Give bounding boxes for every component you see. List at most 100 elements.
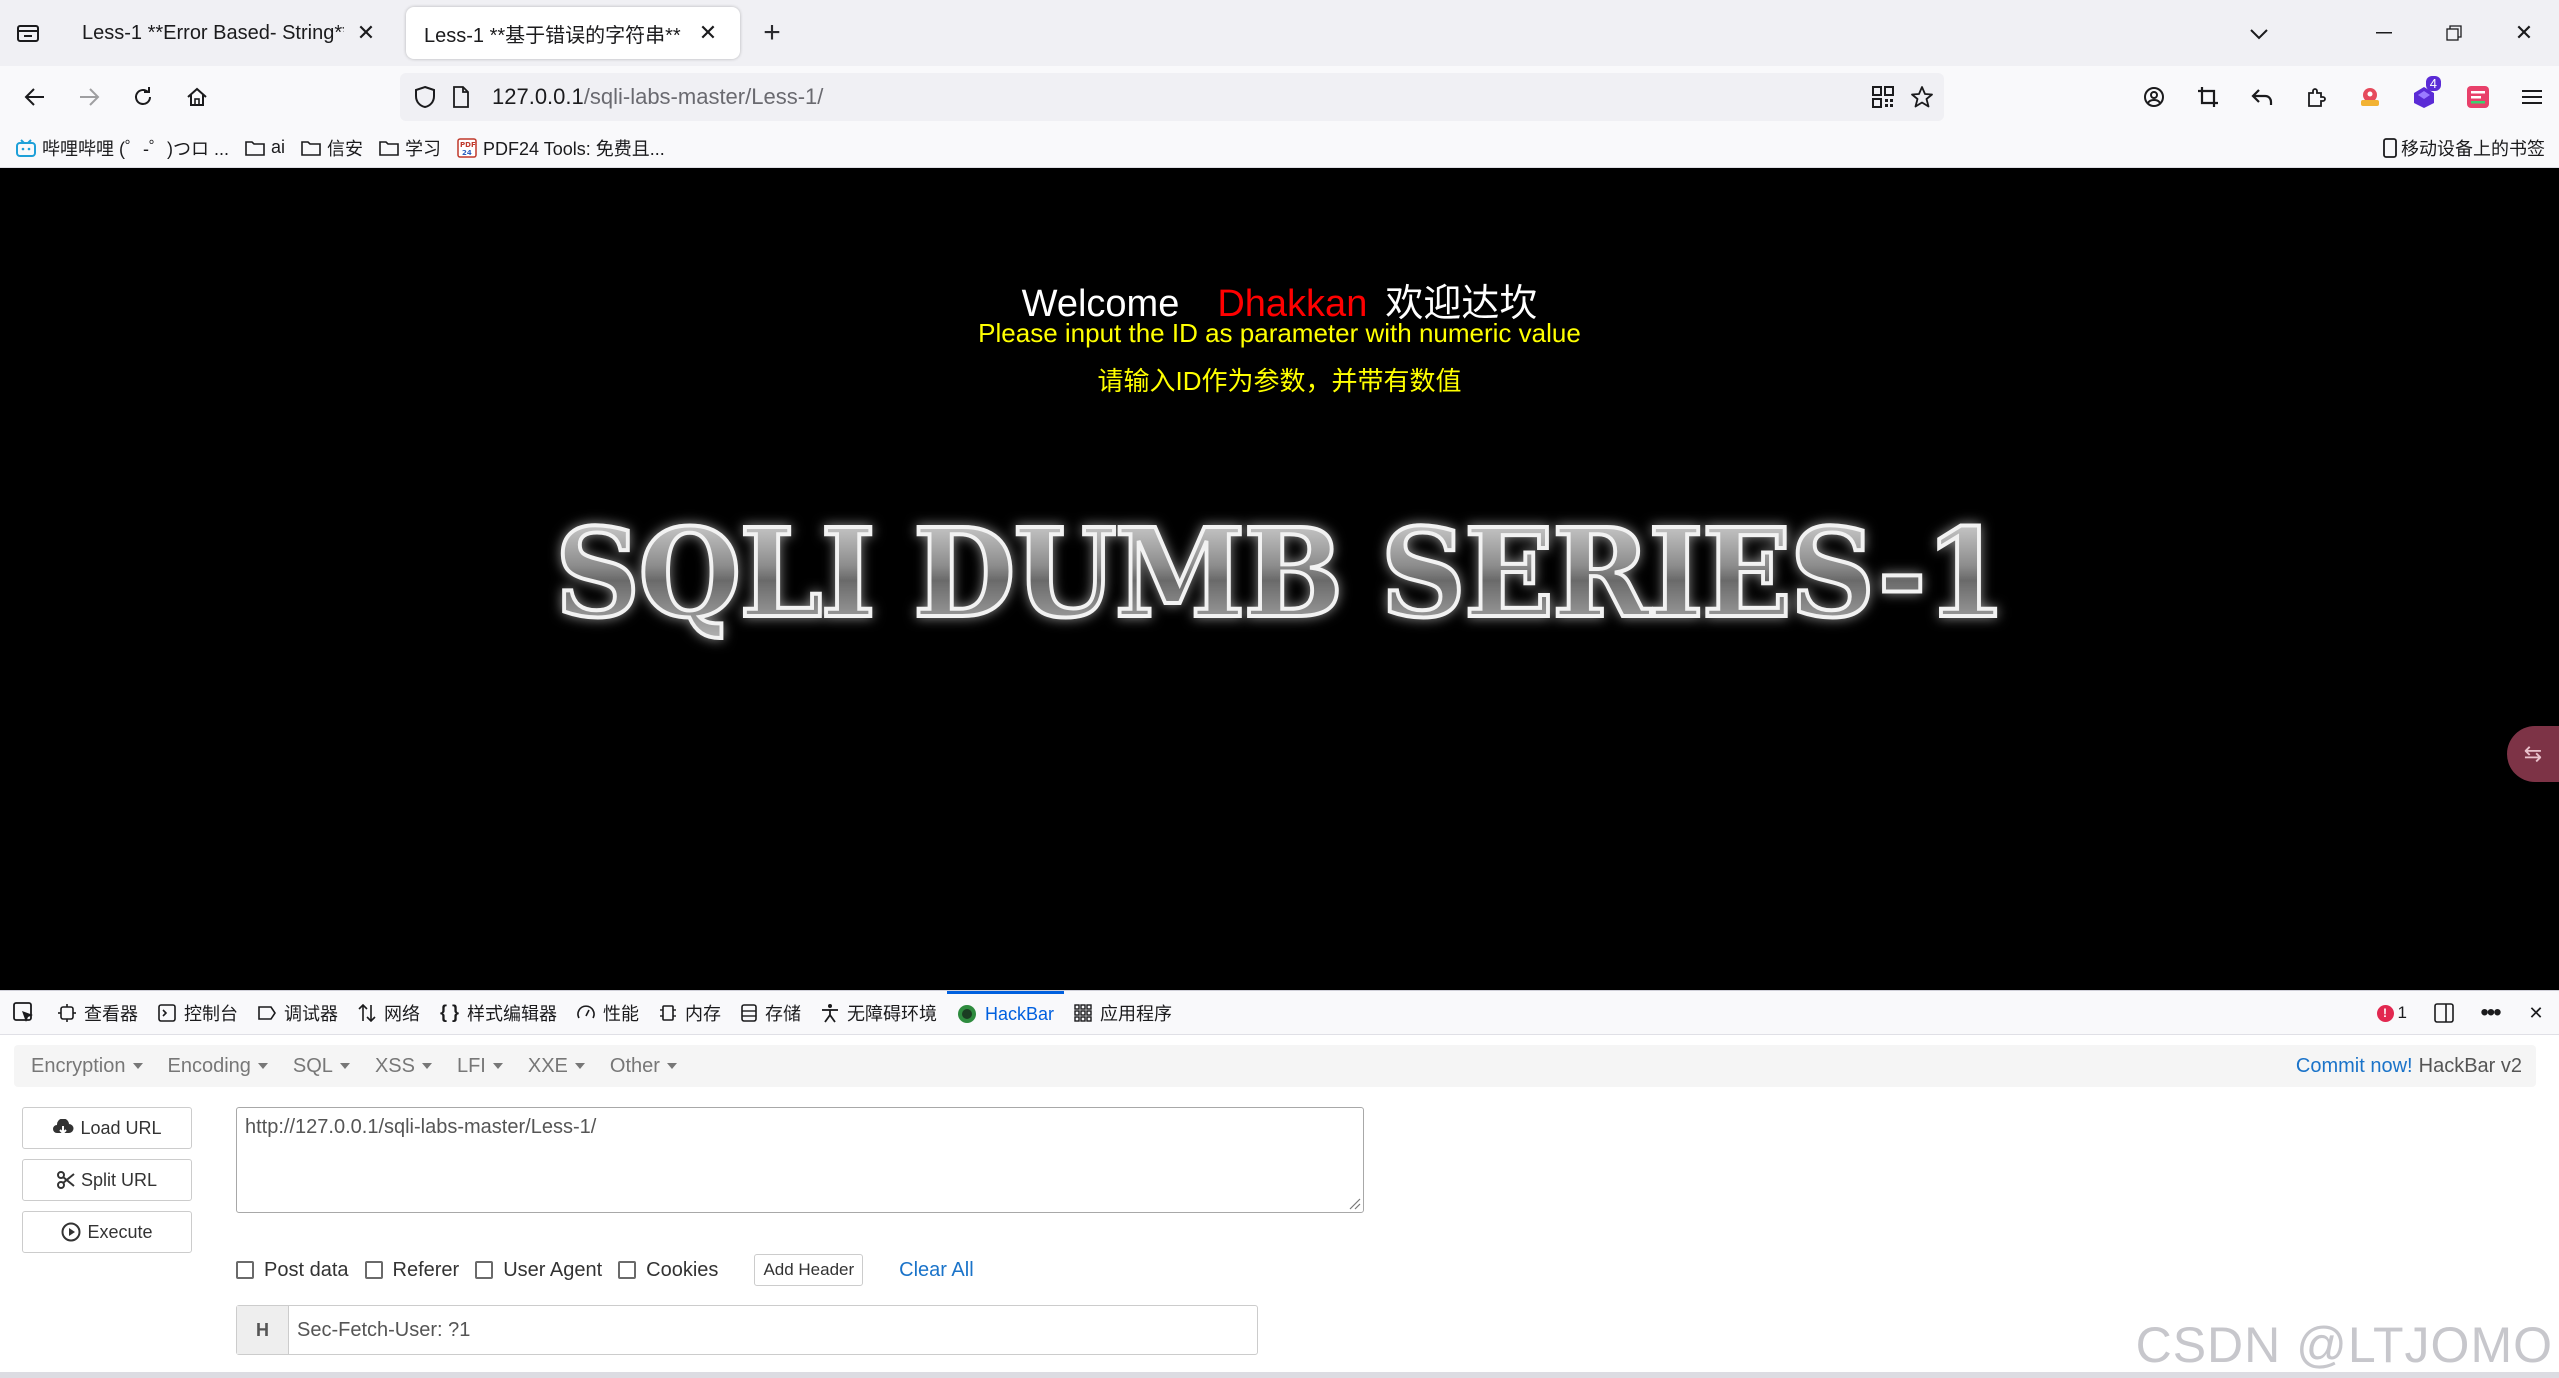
commit-now-link[interactable]: Commit now! (2296, 1055, 2413, 1078)
bookmark-folder-ai[interactable]: ai (245, 130, 285, 166)
devtools-tab-application[interactable]: 应用程序 (1064, 991, 1182, 1035)
header-value[interactable]: Sec-Fetch-User: ?1 (289, 1319, 470, 1342)
menu-other[interactable]: Other (593, 1055, 685, 1078)
header-row[interactable]: H Sec-Fetch-User: ?1 (236, 1305, 1258, 1355)
devtools-tab-inspector[interactable]: 查看器 (48, 991, 148, 1035)
storage-icon (741, 1003, 757, 1022)
page-icon[interactable] (452, 86, 470, 108)
devtools-tab-debugger[interactable]: 调试器 (248, 991, 348, 1035)
caret-down-icon (421, 1063, 432, 1069)
post-data-checkbox[interactable]: Post data (236, 1259, 349, 1282)
devtools-tab-storage[interactable]: 存储 (731, 991, 811, 1035)
tab-list-button[interactable] (0, 0, 56, 66)
menu-xxe[interactable]: XXE (511, 1055, 593, 1078)
home-button[interactable] (170, 70, 224, 124)
shield-icon[interactable] (414, 85, 436, 109)
mobile-bookmarks[interactable]: 移动设备上的书签 (2383, 130, 2545, 166)
element-picker-button[interactable] (0, 991, 48, 1035)
instruction-cn: 请输入ID作为参数，并带有数值 (1097, 366, 1462, 396)
devtools-actions: ! 1 ••• ✕ (2376, 991, 2559, 1035)
app-menu-button[interactable] (2505, 70, 2559, 124)
add-header-button[interactable]: Add Header (754, 1254, 864, 1286)
close-icon[interactable]: ✕ (352, 19, 380, 47)
restore-button[interactable] (2419, 0, 2489, 66)
clear-all-link[interactable]: Clear All (899, 1259, 973, 1282)
devtools-tab-memory[interactable]: 内存 (649, 991, 731, 1035)
devtools-tab-hackbar[interactable]: HackBar (947, 990, 1065, 1035)
accessibility-icon (821, 1003, 839, 1023)
list-all-tabs-button[interactable] (2239, 14, 2279, 54)
extension-button-3[interactable] (2451, 70, 2505, 124)
extension-button-2[interactable]: 4 (2397, 70, 2451, 124)
devtools-tab-console[interactable]: 控制台 (148, 991, 248, 1035)
devtools-menu-button[interactable]: ••• (2467, 991, 2513, 1035)
menu-encoding[interactable]: Encoding (151, 1055, 276, 1078)
minimize-button[interactable] (2349, 0, 2419, 66)
account-button[interactable] (2127, 70, 2181, 124)
url-path: /sqli-labs-master/Less-1/ (583, 84, 824, 109)
pdf24-icon: PDF 24 (457, 137, 477, 158)
dock-toggle-button[interactable] (2421, 991, 2467, 1035)
menu-encryption[interactable]: Encryption (14, 1055, 151, 1078)
split-url-button[interactable]: Split URL (22, 1159, 192, 1201)
extensions-button[interactable] (2289, 70, 2343, 124)
url-text[interactable]: 127.0.0.1/sqli-labs-master/Less-1/ (492, 84, 823, 110)
menu-xss[interactable]: XSS (358, 1055, 440, 1078)
hackbar-url-textarea[interactable]: http://127.0.0.1/sqli-labs-master/Less-1… (236, 1107, 1364, 1213)
forward-button[interactable] (62, 70, 116, 124)
puzzle-icon (2308, 88, 2326, 107)
qr-code-icon[interactable] (1872, 86, 1894, 108)
checkbox-box[interactable] (618, 1261, 637, 1279)
checkbox-box[interactable] (236, 1261, 254, 1279)
menu-lfi[interactable]: LFI (440, 1055, 511, 1078)
bookmark-bilibili[interactable]: 哔哩哔哩 (゜-゜)つロ ... (16, 130, 229, 166)
hackbar-commit: Commit now! HackBar v2 (2296, 1045, 2522, 1087)
undo-close-button[interactable] (2235, 70, 2289, 124)
menu-sql[interactable]: SQL (276, 1055, 358, 1078)
checkbox-label: User Agent (503, 1258, 603, 1281)
account-icon (2144, 87, 2164, 107)
tab-list-icon (17, 25, 39, 42)
performance-icon (577, 1004, 595, 1022)
error-icon: ! (2376, 1004, 2394, 1022)
navigation-toolbar: 127.0.0.1/sqli-labs-master/Less-1/ 4 (0, 66, 2559, 128)
bookmark-pdf24[interactable]: PDF 24 PDF24 Tools: 免费且... (457, 130, 665, 166)
translate-float-button[interactable]: ⇆ (2507, 726, 2559, 782)
devtools-tab-label: 无障碍环境 (847, 1003, 938, 1024)
browser-tab-2[interactable]: Less-1 **基于错误的字符串** --- Un ✕ (406, 7, 740, 59)
checkbox-box[interactable] (364, 1261, 383, 1279)
back-button[interactable] (8, 70, 62, 124)
extension-button-1[interactable] (2343, 70, 2397, 124)
browser-tab-1[interactable]: Less-1 **Error Based- String** ✕ (64, 7, 398, 59)
rocket-extension-icon (2361, 88, 2379, 106)
devtools-tab-style-editor[interactable]: { } 样式编辑器 (430, 991, 567, 1035)
execute-button[interactable]: Execute (22, 1211, 192, 1253)
memory-icon (659, 1004, 677, 1022)
address-bar[interactable]: 127.0.0.1/sqli-labs-master/Less-1/ (400, 73, 1944, 121)
back-arrow-icon (24, 88, 44, 106)
devtools-tab-performance[interactable]: 性能 (567, 991, 649, 1035)
new-tab-button[interactable]: + (746, 7, 798, 59)
caret-down-icon (666, 1063, 677, 1069)
referer-checkbox[interactable]: Referer (364, 1259, 459, 1282)
bookmark-folder-xuexi[interactable]: 学习 (379, 130, 441, 166)
bookmark-folder-xinan[interactable]: 信安 (301, 130, 363, 166)
close-icon[interactable]: ✕ (694, 19, 722, 47)
bookmark-label: 哔哩哔哩 (゜-゜)つロ ... (42, 138, 229, 159)
close-window-button[interactable]: ✕ (2489, 0, 2559, 66)
screenshot-button[interactable] (2181, 70, 2235, 124)
user-agent-checkbox[interactable]: User Agent (475, 1259, 602, 1282)
bookmark-star-icon[interactable] (1910, 85, 1934, 109)
cookies-checkbox[interactable]: Cookies (618, 1259, 718, 1282)
devtools-tabbar: 查看器 控制台 调试器 网络 { } 样式编辑器 性能 内存 存储 无障碍环境 H… (0, 990, 2559, 1035)
load-url-button[interactable]: Load URL (22, 1107, 192, 1149)
checkbox-box[interactable] (475, 1261, 494, 1279)
close-devtools-button[interactable]: ✕ (2513, 991, 2559, 1035)
checkbox-label: Post data (264, 1258, 349, 1281)
reload-button[interactable] (116, 70, 170, 124)
error-counter[interactable]: ! 1 (2376, 1003, 2407, 1023)
crop-icon (2198, 87, 2218, 107)
resize-grip-icon[interactable] (1345, 1194, 1361, 1210)
devtools-tab-network[interactable]: 网络 (348, 991, 430, 1035)
devtools-tab-accessibility[interactable]: 无障碍环境 (811, 991, 947, 1035)
